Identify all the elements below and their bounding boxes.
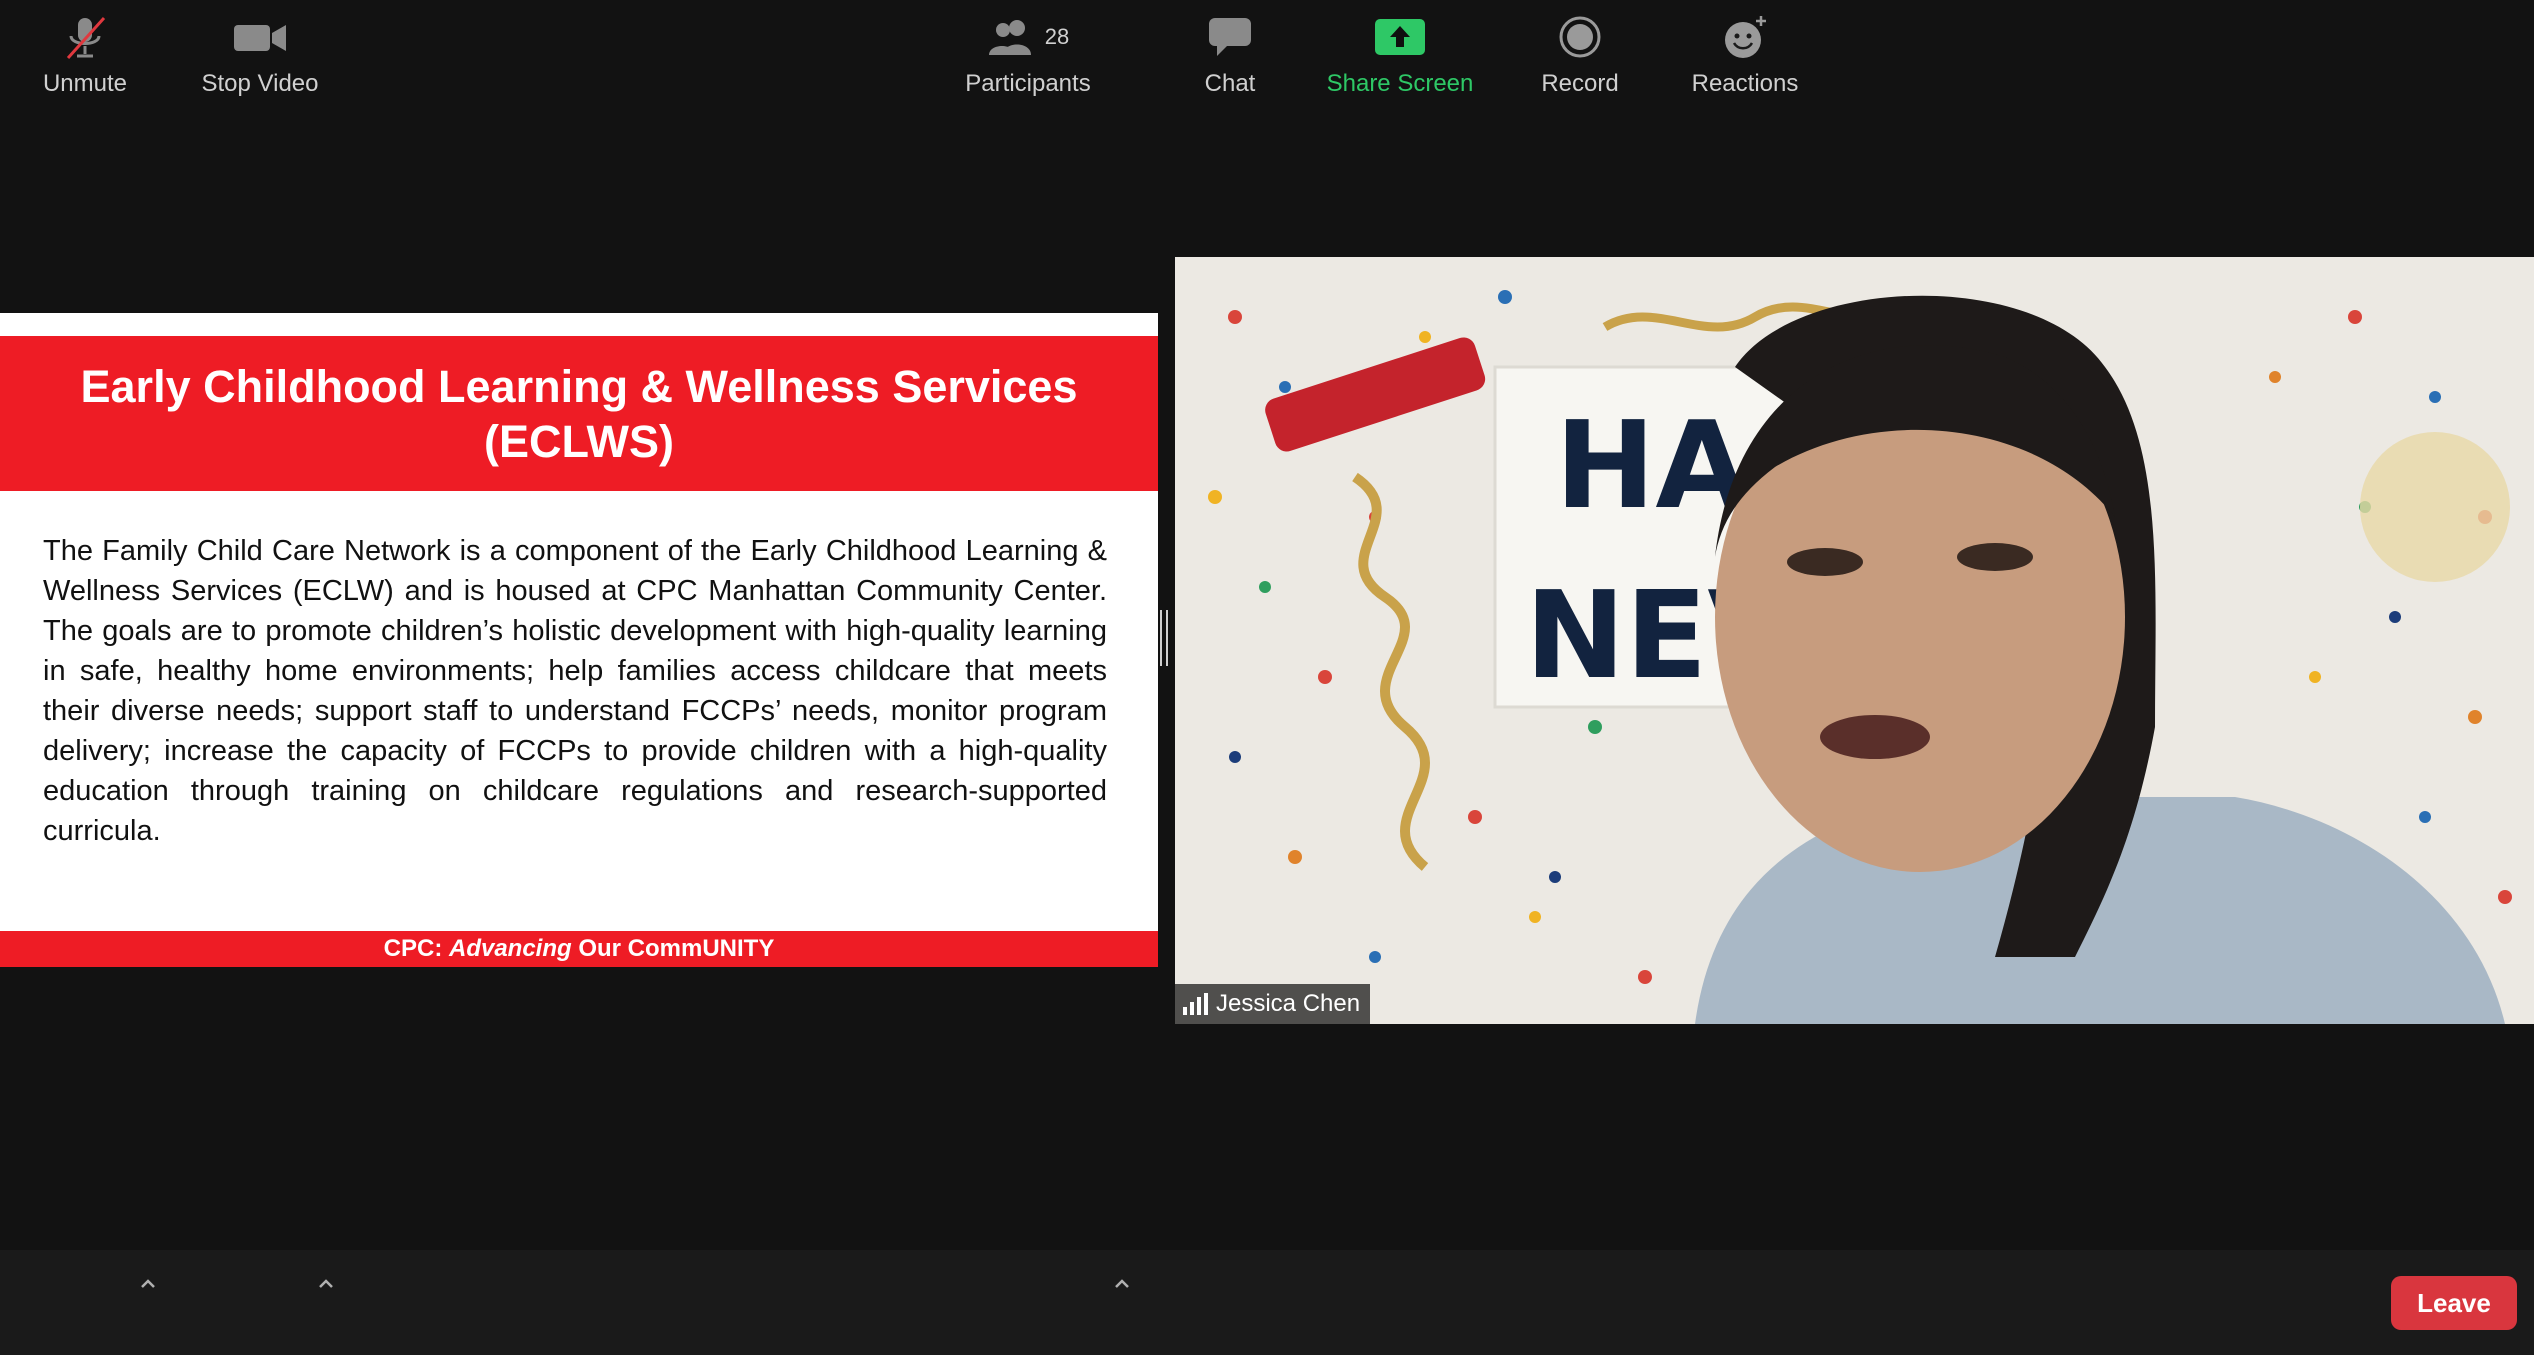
signal-strength-icon	[1183, 993, 1208, 1015]
chat-bubble-icon	[1207, 10, 1253, 64]
reactions-label: Reactions	[1691, 70, 1799, 97]
participants-button[interactable]: 28 Participants	[958, 0, 1098, 105]
footer-prefix: CPC:	[383, 935, 449, 962]
sign-text-line-1: HA	[1555, 397, 1748, 536]
participant-video[interactable]: HA NEV	[1175, 257, 2534, 1024]
reactions-button[interactable]: Reactions	[1685, 0, 1805, 105]
shared-slide: Early Childhood Learning & Wellness Serv…	[0, 313, 1158, 967]
participants-count: 28	[1044, 24, 1070, 49]
record-label: Record	[1541, 70, 1619, 97]
unmute-button[interactable]: Unmute	[30, 0, 140, 105]
stop-video-label: Stop Video	[201, 70, 319, 97]
record-icon	[1558, 10, 1602, 64]
share-screen-icon	[1374, 10, 1426, 64]
reactions-smiley-icon	[1721, 10, 1769, 64]
participant-name-tag: Jessica Chen	[1175, 984, 1371, 1024]
chevron-up-icon	[141, 1279, 155, 1288]
muted-microphone-icon	[60, 10, 110, 64]
participant-name: Jessica Chen	[1216, 990, 1361, 1017]
video-options-caret[interactable]	[314, 1272, 338, 1296]
chat-label: Chat	[1204, 70, 1256, 97]
chevron-up-icon	[1115, 1279, 1129, 1288]
slide-footer: CPC: Advancing Our CommUNITY	[0, 931, 1158, 967]
participants-options-caret[interactable]	[1110, 1272, 1134, 1296]
participants-label: Participants	[965, 70, 1091, 97]
participants-icon-group: 28	[987, 10, 1069, 64]
share-screen-button[interactable]: Share Screen	[1320, 0, 1480, 105]
footer-italic: Advancing	[448, 935, 572, 962]
leave-button[interactable]: Leave	[2391, 1276, 2517, 1330]
slide-title-line-2: (ECLWS)	[484, 415, 674, 467]
share-screen-label: Share Screen	[1326, 70, 1474, 97]
slide-title: Early Childhood Learning & Wellness Serv…	[0, 336, 1158, 491]
chevron-up-icon	[319, 1279, 333, 1288]
slide-body-text: The Family Child Care Network is a compo…	[43, 535, 1107, 847]
glass-decoration	[2360, 432, 2510, 582]
audio-options-caret[interactable]	[136, 1272, 160, 1296]
people-icon	[988, 20, 1031, 55]
slide-title-line-1: Early Childhood Learning & Wellness Serv…	[80, 360, 1078, 412]
footer-suffix: Our CommUNITY	[571, 935, 775, 962]
stop-video-button[interactable]: Stop Video	[195, 0, 325, 105]
video-scene: HA NEV	[1175, 257, 2534, 1024]
split-view-handle[interactable]	[1160, 610, 1168, 666]
record-button[interactable]: Record	[1530, 0, 1630, 105]
video-camera-icon	[232, 10, 288, 64]
meeting-toolbar	[0, 1250, 2534, 1355]
chat-button[interactable]: Chat	[1180, 0, 1280, 105]
unmute-label: Unmute	[42, 70, 128, 97]
